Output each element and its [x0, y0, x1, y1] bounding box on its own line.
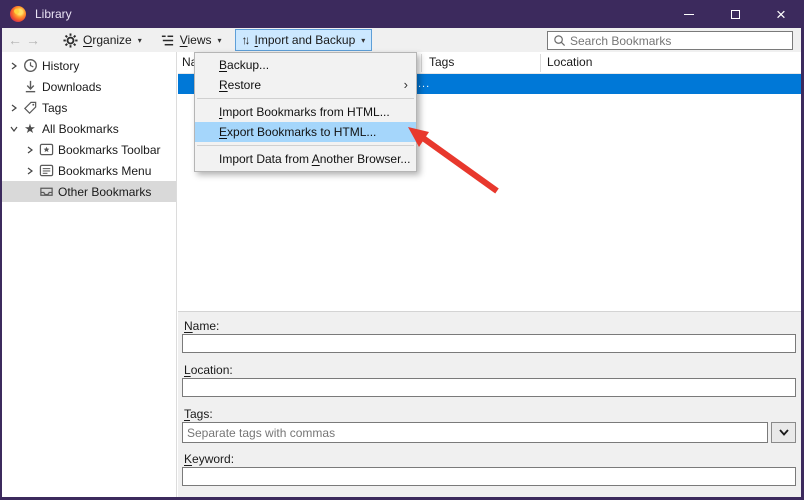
menu-item-import-bookmarks-from-html[interactable]: Import Bookmarks from HTML...	[195, 102, 416, 122]
keyword-field[interactable]	[182, 467, 796, 486]
sidebar-item-bookmarks-menu[interactable]: Bookmarks Menu	[2, 160, 176, 181]
sidebar-item-label: History	[42, 59, 79, 73]
download-icon	[22, 79, 38, 94]
organize-label: Organize	[83, 33, 132, 47]
column-header-tags[interactable]: Tags	[429, 55, 454, 69]
chevron-right-icon	[8, 104, 20, 112]
tag-icon	[22, 100, 38, 115]
import-and-backup-button[interactable]: ↑↓ Import and Backup ▾	[235, 29, 373, 51]
back-button[interactable]: ←	[6, 32, 24, 48]
other-bookmarks-icon	[38, 184, 54, 199]
star-icon: ★	[22, 122, 38, 135]
sidebar-item-label: All Bookmarks	[42, 122, 119, 136]
chevron-down-icon: ▾	[138, 36, 142, 45]
column-header-location[interactable]: Location	[547, 55, 592, 69]
chevron-down-icon	[8, 125, 20, 133]
library-window: Library × ← → Organize ▾	[0, 0, 804, 500]
sidebar-item-tags[interactable]: Tags	[2, 97, 176, 118]
sidebar-item-label: Tags	[42, 101, 67, 115]
sidebar-item-label: Bookmarks Toolbar	[58, 143, 161, 157]
gear-icon	[63, 33, 78, 48]
forward-button[interactable]: →	[24, 32, 42, 48]
chevron-right-icon	[24, 146, 36, 154]
bookmarks-menu-icon	[38, 163, 54, 178]
search-input[interactable]	[570, 34, 770, 48]
maximize-icon	[731, 10, 740, 19]
list-view-icon	[160, 33, 175, 48]
tags-label: Tags:	[184, 407, 213, 421]
close-button[interactable]: ×	[758, 0, 804, 28]
column-divider	[540, 54, 541, 72]
window-border-left	[0, 28, 2, 500]
import-export-arrows-icon: ↑↓	[242, 33, 248, 47]
firefox-logo-icon	[10, 6, 26, 22]
selected-row-text: ...	[418, 74, 430, 94]
menu-item-restore[interactable]: Restore›	[195, 75, 416, 95]
column-divider	[421, 54, 422, 72]
menu-separator	[197, 98, 414, 99]
sidebar-item-downloads[interactable]: Downloads	[2, 76, 176, 97]
search-bookmarks-field[interactable]	[547, 31, 793, 50]
sidebar-item-label: Downloads	[42, 80, 101, 94]
submenu-arrow-icon: ›	[404, 75, 408, 95]
menu-separator	[197, 145, 414, 146]
import-and-backup-menu: Backup... Restore› Import Bookmarks from…	[194, 52, 417, 172]
sidebar-item-label: Bookmarks Menu	[58, 164, 151, 178]
chevron-down-icon	[779, 429, 789, 436]
menu-item-import-data-from-another-browser[interactable]: Import Data from Another Browser...	[195, 149, 416, 169]
menu-item-export-bookmarks-to-html[interactable]: Export Bookmarks to HTML...	[195, 122, 416, 142]
name-label: Name:	[184, 319, 219, 333]
sidebar: History Downloads Tags ★ All Bookmarks B…	[2, 52, 177, 497]
window-controls: ×	[666, 0, 804, 28]
sidebar-item-other-bookmarks[interactable]: Other Bookmarks	[2, 181, 176, 202]
import-and-backup-label: Import and Backup	[255, 33, 356, 47]
sidebar-item-bookmarks-toolbar[interactable]: Bookmarks Toolbar	[2, 139, 176, 160]
clock-icon	[22, 58, 38, 73]
sidebar-item-label: Other Bookmarks	[58, 185, 151, 199]
name-field[interactable]	[182, 334, 796, 353]
tags-dropdown-button[interactable]	[771, 422, 796, 443]
chevron-down-icon: ▾	[361, 36, 365, 45]
window-title: Library	[35, 7, 72, 21]
location-field[interactable]	[182, 378, 796, 397]
views-button[interactable]: Views ▾	[153, 29, 229, 51]
bookmark-details-pane: Name: Location: Tags: Keyword:	[178, 311, 801, 497]
location-label: Location:	[184, 363, 233, 377]
titlebar: Library ×	[0, 0, 804, 28]
toolbar: ← → Organize ▾	[2, 28, 801, 52]
chevron-right-icon	[8, 62, 20, 70]
tags-field[interactable]	[182, 422, 768, 443]
minimize-icon	[684, 14, 694, 15]
sidebar-item-history[interactable]: History	[2, 55, 176, 76]
keyword-label: Keyword:	[184, 452, 234, 466]
sidebar-item-all-bookmarks[interactable]: ★ All Bookmarks	[2, 118, 176, 139]
organize-button[interactable]: Organize ▾	[56, 29, 149, 51]
maximize-button[interactable]	[712, 0, 758, 28]
minimize-button[interactable]	[666, 0, 712, 28]
chevron-right-icon	[24, 167, 36, 175]
menu-item-backup[interactable]: Backup...	[195, 55, 416, 75]
search-icon	[553, 34, 566, 47]
views-label: Views	[180, 33, 212, 47]
bookmarks-toolbar-icon	[38, 142, 54, 157]
chevron-down-icon: ▾	[218, 36, 222, 45]
